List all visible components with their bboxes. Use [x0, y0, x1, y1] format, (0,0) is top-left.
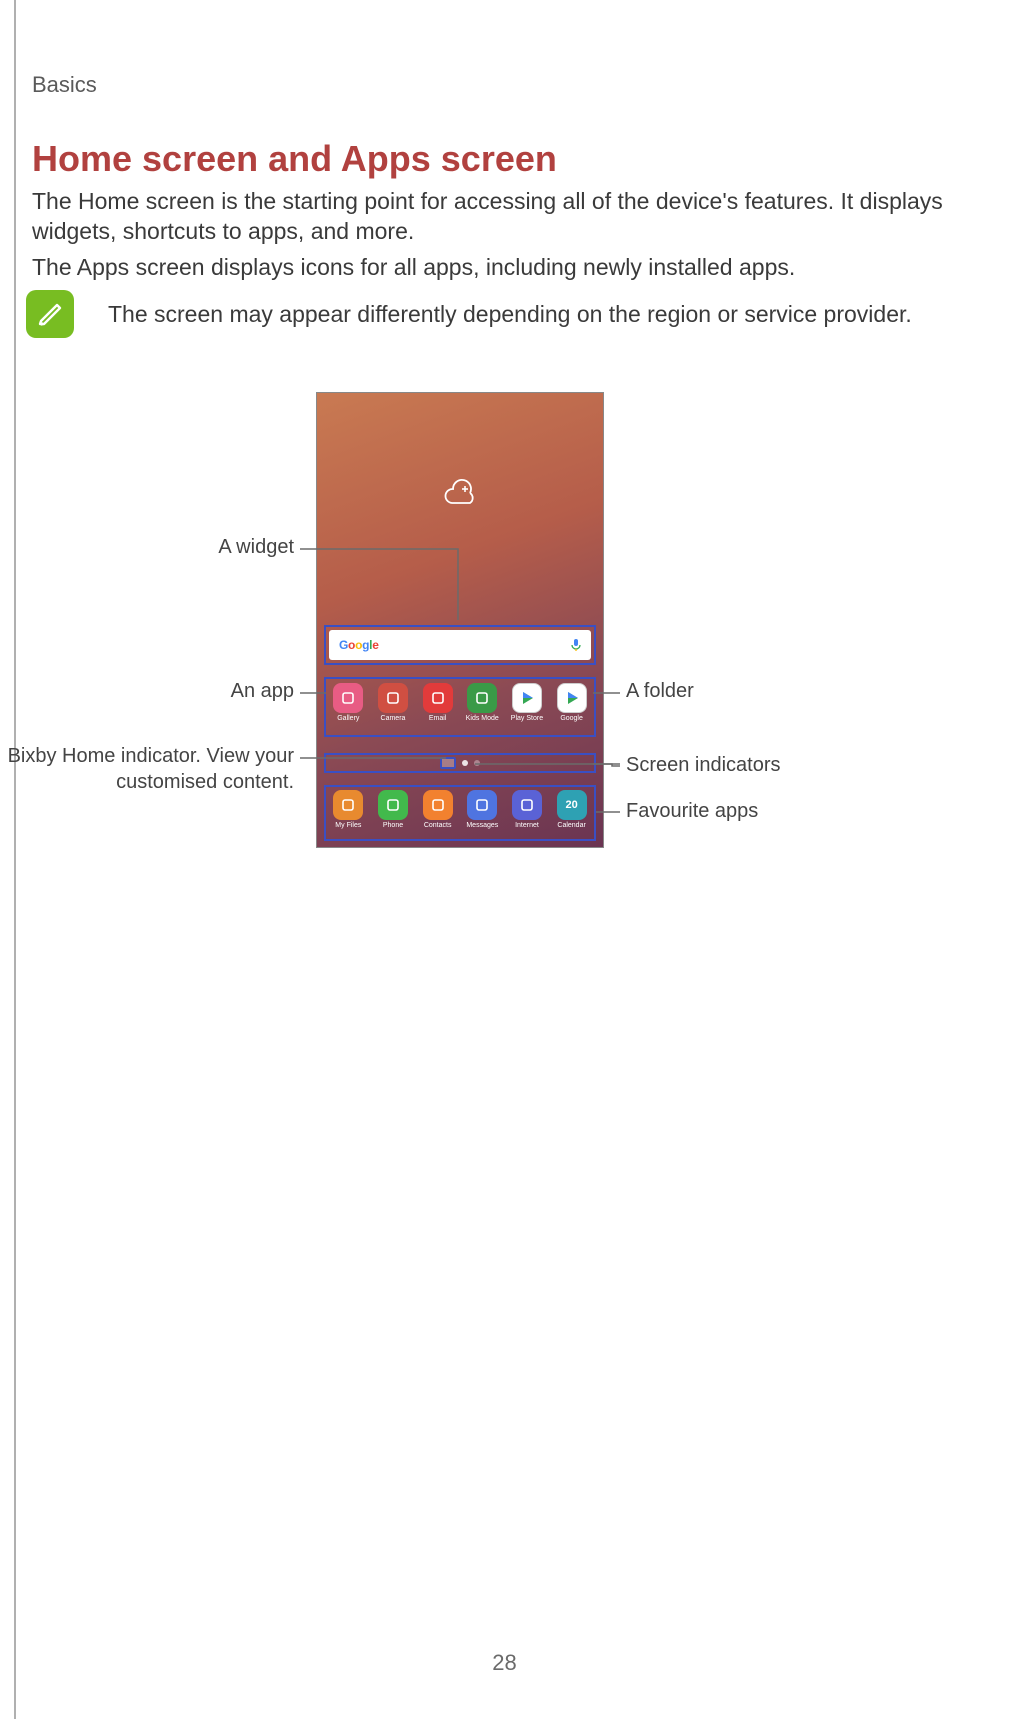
leader-lines: [0, 0, 1009, 900]
page-number: 28: [492, 1650, 516, 1676]
